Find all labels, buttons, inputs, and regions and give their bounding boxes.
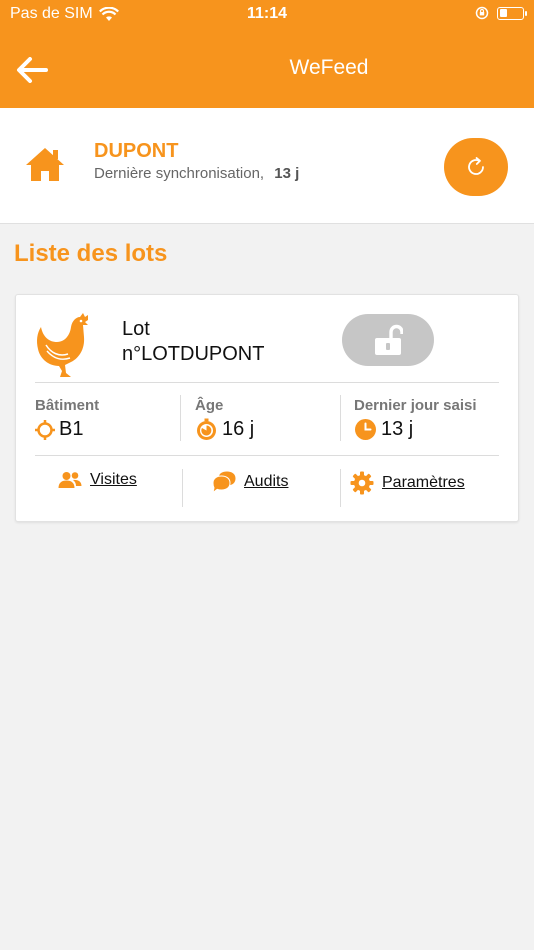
users-icon	[58, 472, 82, 488]
app-header: Pas de SIM 11:14 WeFeed	[0, 0, 534, 108]
info-separator-2	[340, 395, 341, 441]
batiment-value-row: B1	[35, 418, 99, 441]
status-bar: Pas de SIM 11:14	[0, 0, 534, 28]
batiment-value: B1	[59, 418, 84, 440]
unlock-button[interactable]	[342, 314, 434, 366]
parametres-link[interactable]: Paramètres	[350, 471, 465, 495]
farm-card: DUPONT Dernière synchronisation, 13 j	[0, 108, 534, 224]
dernier-jour-label: Dernier jour saisi	[354, 397, 477, 414]
status-time: 11:14	[246, 5, 288, 22]
dernier-jour-value-row: 13 j	[354, 418, 477, 441]
info-dernier-jour: Dernier jour saisi 13 j	[354, 397, 477, 441]
battery-icon	[497, 6, 527, 20]
visites-label: Visites	[90, 471, 137, 488]
farm-sync-info: Dernière synchronisation, 13 j	[94, 165, 299, 182]
unlock-icon	[375, 324, 403, 355]
gear-icon	[350, 471, 374, 495]
chat-bubbles-icon	[212, 471, 236, 493]
stopwatch-icon	[197, 418, 216, 440]
batiment-label: Bâtiment	[35, 397, 100, 414]
parametres-label: Paramètres	[382, 474, 465, 491]
dernier-jour-value: 13 j	[381, 418, 414, 440]
clock-icon	[355, 419, 376, 440]
sync-value: 13 j	[274, 165, 300, 182]
chicken-icon	[37, 313, 88, 377]
age-value-row: 16 j	[195, 418, 254, 441]
lot-name: Lot n°LOTDUPONT	[122, 317, 264, 367]
age-label: Âge	[195, 397, 224, 414]
info-separator-1	[180, 395, 181, 441]
info-age: Âge 16 j	[195, 397, 254, 441]
divider-bottom	[35, 455, 499, 456]
info-batiment: Bâtiment B1	[35, 397, 99, 441]
lot-card[interactable]: Lot n°LOTDUPONT Bâtiment B1 Âge 16 j Der…	[15, 294, 519, 522]
action-separator-1	[182, 469, 183, 507]
divider-top	[35, 382, 499, 383]
audits-link[interactable]: Audits	[212, 471, 288, 493]
orientation-lock-icon	[475, 6, 489, 20]
farm-name: DUPONT	[94, 140, 179, 162]
lot-name-line1: Lot	[122, 318, 150, 340]
action-separator-2	[340, 469, 341, 507]
sync-button[interactable]	[444, 138, 508, 196]
sync-label: Dernière synchronisation,	[94, 165, 265, 182]
target-icon	[35, 419, 55, 440]
refresh-icon	[468, 157, 484, 175]
visites-link[interactable]: Visites	[58, 471, 137, 489]
audits-label: Audits	[244, 473, 289, 490]
age-value: 16 j	[222, 418, 255, 440]
section-title: Liste des lots	[14, 240, 168, 267]
home-icon	[26, 148, 64, 181]
app-title: WeFeed	[289, 56, 369, 79]
lot-name-line2: n°LOTDUPONT	[122, 343, 265, 365]
status-right	[475, 6, 527, 20]
